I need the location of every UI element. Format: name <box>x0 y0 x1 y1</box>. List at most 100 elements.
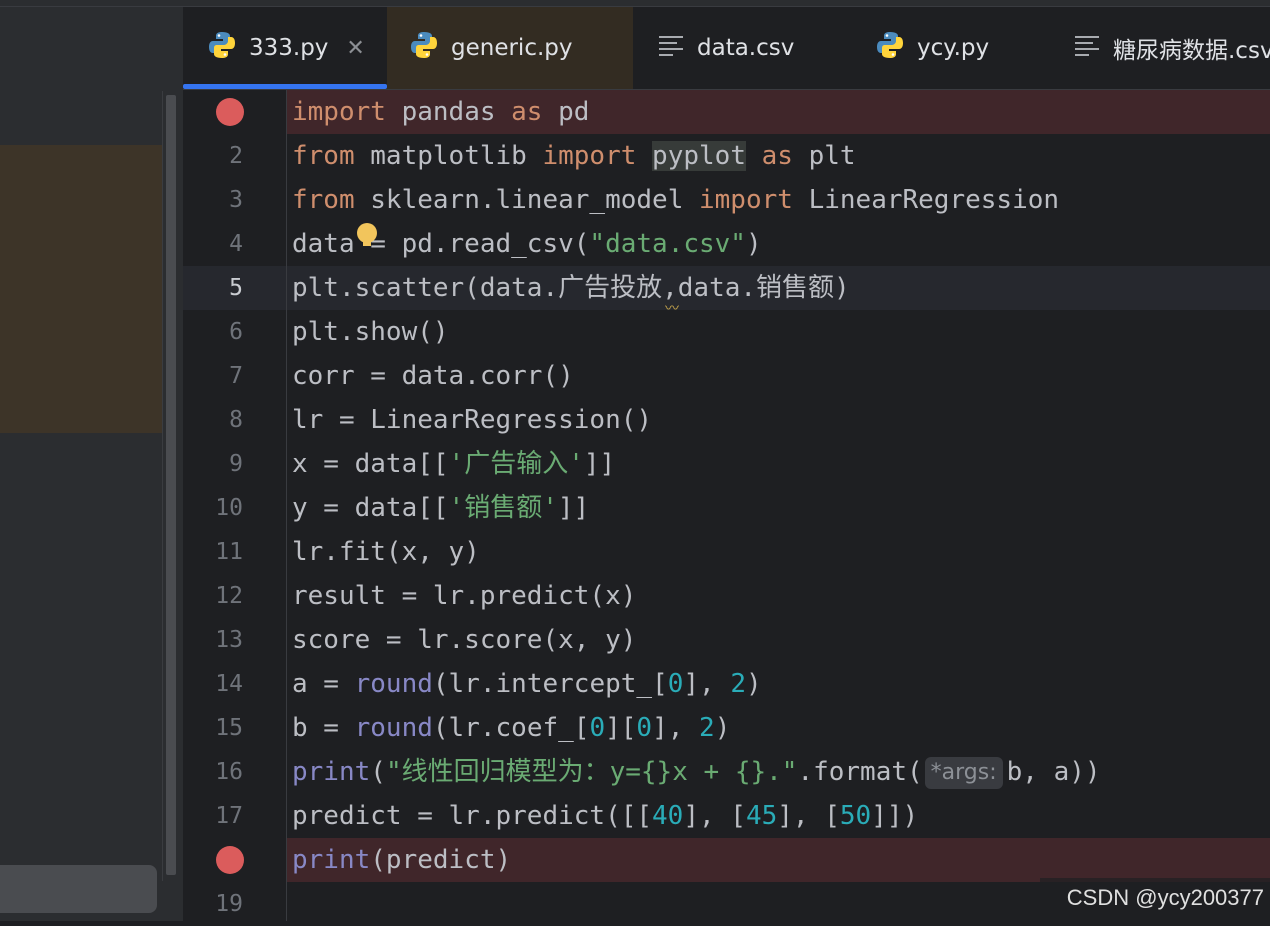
code-line[interactable]: from sklearn.linear_model import LinearR… <box>287 178 1270 222</box>
warning-squiggle: 〰 <box>665 301 679 317</box>
tab-label: 333.py <box>249 35 329 61</box>
line-number: 7 <box>229 363 243 389</box>
code-text: ) <box>714 713 731 743</box>
line-number: 14 <box>215 671 243 697</box>
code-line[interactable]: corr = data.corr() <box>287 354 1270 398</box>
code-text: pandas <box>385 97 512 127</box>
vertical-scrollbar-thumb[interactable] <box>166 95 176 875</box>
number-literal: 2 <box>699 713 715 743</box>
code-text: matplotlib <box>354 141 543 171</box>
code-text: sklearn.linear_model <box>354 185 699 215</box>
code-line[interactable]: b = round(lr.coef_[0][0], 2) <box>287 706 1270 750</box>
lightbulb-icon[interactable] <box>357 223 377 246</box>
line-number: 15 <box>215 715 243 741</box>
keyword: as <box>511 97 543 127</box>
code-line[interactable]: score = lr.score(x, y) <box>287 618 1270 662</box>
string-literal: '销售额' <box>448 493 558 523</box>
code-line-breakpoint[interactable]: import pandas as pd <box>287 90 1270 134</box>
code-line[interactable]: predict = lr.predict([[40], [45], [50]]) <box>287 794 1270 838</box>
builtin-function: print <box>292 757 371 787</box>
code-text: y = data[[ <box>292 493 449 523</box>
code-line[interactable]: plt.show() <box>287 310 1270 354</box>
code-text: x = data[[ <box>292 449 449 479</box>
breakpoint-icon[interactable] <box>216 846 244 874</box>
breakpoint-icon[interactable] <box>216 98 244 126</box>
line-number: 19 <box>215 891 243 917</box>
number-literal: 40 <box>652 801 684 831</box>
code-line[interactable]: print("线性回归模型为：y={}x + {}.".format(*args… <box>287 750 1270 794</box>
line-number: 12 <box>215 583 243 609</box>
code-text: (lr.coef_[ <box>432 713 590 743</box>
close-icon[interactable]: ✕ <box>346 36 364 61</box>
code-text: ][ <box>605 713 637 743</box>
code-editor[interactable]: import pandas as pd from matplotlib impo… <box>287 90 1270 921</box>
tab-label: ycy.py <box>917 35 990 61</box>
line-number: 6 <box>229 319 243 345</box>
line-number: 3 <box>229 187 243 213</box>
line-number: 8 <box>229 407 243 433</box>
number-literal: 0 <box>589 713 606 743</box>
keyword: from <box>292 141 355 171</box>
horizontal-scrollbar-thumb[interactable] <box>0 865 157 913</box>
keyword: import <box>699 185 793 215</box>
number-literal: 0 <box>667 669 684 699</box>
code-line[interactable]: lr = LinearRegression() <box>287 398 1270 442</box>
line-number: 16 <box>215 759 243 785</box>
keyword: from <box>292 185 355 215</box>
builtin-function: round <box>354 669 433 699</box>
number-literal: 45 <box>745 801 778 831</box>
string-literal: "线性回归模型为：y={}x + {}." <box>385 757 798 787</box>
breakpoint-line-18[interactable] <box>183 838 286 882</box>
tab-ycy-py[interactable]: ycy.py <box>863 7 1063 89</box>
code-text: ]] <box>583 449 616 479</box>
code-text: ]]) <box>871 801 919 831</box>
tab-label: generic.py <box>451 35 573 61</box>
tab-333-py[interactable]: 333.py ✕ <box>183 7 387 89</box>
number-literal: 0 <box>636 713 653 743</box>
code-text: result = lr.predict(x) <box>292 581 637 611</box>
code-text: ) <box>746 669 762 699</box>
code-text: lr.fit(x, y) <box>292 537 480 567</box>
line-number: 17 <box>215 803 243 829</box>
code-line[interactable]: data = pd.read_csv("data.csv") <box>287 222 1270 266</box>
code-line[interactable]: lr.fit(x, y) <box>287 530 1270 574</box>
code-text: score = lr.score(x, y) <box>292 625 637 655</box>
keyword: import <box>292 97 386 127</box>
code-line[interactable]: a = round(lr.intercept_[0], 2) <box>287 662 1270 706</box>
line-number: 4 <box>229 231 243 257</box>
watermark: CSDN @ycy200377 <box>1066 885 1264 910</box>
line-number-gutter[interactable]: 2 3 4 5 6 7 8 9 10 11 12 13 14 15 16 17 … <box>183 90 287 921</box>
line-number: 11 <box>215 539 243 565</box>
number-literal: 50 <box>839 801 872 831</box>
code-line-current[interactable]: plt.scatter(data.广告投放,data.销售额) <box>287 266 1270 310</box>
code-line[interactable]: x = data[['广告输入']] <box>287 442 1270 486</box>
breakpoint-line-1[interactable] <box>183 90 286 134</box>
code-line[interactable]: result = lr.predict(x) <box>287 574 1270 618</box>
code-text: plt <box>792 141 856 171</box>
code-text: .format( <box>797 757 923 787</box>
tab-generic-py[interactable]: generic.py <box>387 7 633 89</box>
keyword: as <box>761 141 793 171</box>
tab-diabetes-csv[interactable]: 糖尿病数据.csv <box>1063 7 1270 89</box>
code-line[interactable]: y = data[['销售额']] <box>287 486 1270 530</box>
string-literal: "data.csv" <box>589 229 746 259</box>
code-text: corr = data.corr() <box>292 361 574 391</box>
code-text: (lr.intercept_[ <box>432 669 668 699</box>
code-text: ], <box>652 713 700 743</box>
code-line-breakpoint[interactable]: print(predict) <box>287 838 1270 882</box>
code-line[interactable]: from matplotlib import pyplot as plt <box>287 134 1270 178</box>
code-text: LinearRegression <box>792 185 1060 215</box>
code-text: b, a)) <box>1006 757 1101 787</box>
parameter-hint: *args: <box>924 756 1003 789</box>
line-number: 2 <box>229 143 243 169</box>
string-literal: '广告输入' <box>448 449 584 479</box>
line-number: 10 <box>215 495 243 521</box>
window-top-strip <box>0 0 1270 7</box>
builtin-function: round <box>354 713 433 743</box>
code-text: plt.scatter(data.广告投放,data.销售额) <box>292 273 850 303</box>
editor-tab-bar: 333.py ✕ generic.py data.csv ycy.py 糖尿病数… <box>183 7 1270 90</box>
tab-data-csv[interactable]: data.csv <box>633 7 863 89</box>
line-number-current: 5 <box>183 266 286 310</box>
